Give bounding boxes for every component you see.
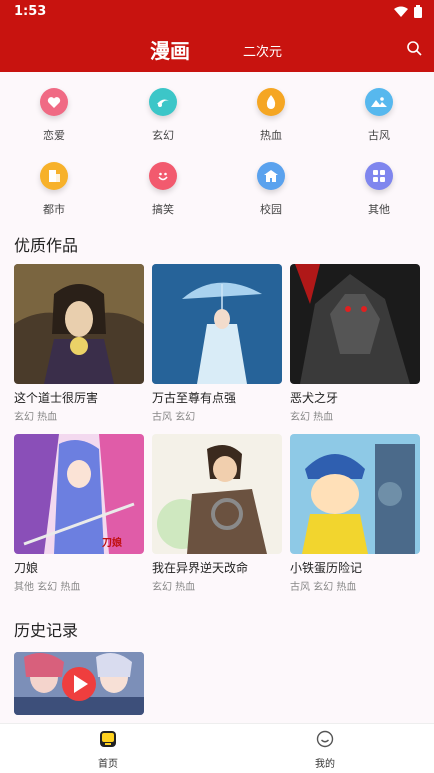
flame-icon	[257, 88, 285, 116]
category-label: 校园	[260, 203, 282, 216]
nav-mine[interactable]: 我的	[295, 730, 355, 770]
comic-card[interactable]: 刀娘 刀娘 其他 玄幻 热血	[14, 434, 144, 593]
comic-tags: 其他 玄幻 热血	[14, 582, 81, 593]
comic-tags: 玄幻 热血	[152, 582, 196, 593]
home-icon	[100, 731, 116, 747]
comic-card[interactable]: 这个道士很厉害 玄幻 热血	[14, 264, 144, 423]
swirl-icon	[149, 88, 177, 116]
svg-text:刀娘: 刀娘	[102, 536, 122, 549]
category-action[interactable]: 热血	[231, 80, 311, 143]
system-icons	[394, 5, 422, 18]
category-comedy[interactable]: 搞笑	[123, 154, 203, 217]
category-ancient[interactable]: 古风	[339, 80, 419, 143]
history-item-cover[interactable]	[14, 652, 144, 715]
category-fantasy[interactable]: 玄幻	[123, 80, 203, 143]
status-bar: 1:53	[0, 0, 434, 24]
category-love[interactable]: 恋爱	[14, 80, 94, 143]
nav-home-label: 首页	[98, 759, 118, 770]
comic-cover[interactable]	[290, 264, 420, 384]
building-icon	[40, 162, 68, 190]
comic-cover[interactable]	[152, 434, 282, 554]
bottom-nav: 首页 我的	[0, 723, 434, 773]
comic-title: 小铁蛋历险记	[290, 561, 363, 575]
comic-tags: 古风 玄幻 热血	[290, 582, 357, 593]
comic-cover[interactable]	[152, 264, 282, 384]
featured-title: 优质作品	[14, 236, 79, 255]
category-other[interactable]: 其他	[339, 154, 419, 217]
nav-home[interactable]: 首页	[78, 730, 138, 770]
category-label: 都市	[43, 203, 65, 216]
comic-card[interactable]: 恶犬之牙 玄幻 热血	[290, 264, 420, 423]
tab-anime[interactable]: 二次元	[243, 41, 282, 60]
grid-icon	[365, 162, 393, 190]
comic-tags: 古风 玄幻	[152, 412, 196, 423]
category-label: 古风	[368, 129, 390, 142]
category-label: 搞笑	[152, 203, 174, 216]
smile-icon	[149, 162, 177, 190]
category-school[interactable]: 校园	[231, 154, 311, 217]
comic-card[interactable]: 我在异界逆天改命 玄幻 热血	[152, 434, 282, 593]
app-header: 漫画 二次元	[0, 24, 434, 72]
category-label: 玄幻	[152, 129, 174, 142]
comic-title: 刀娘	[14, 561, 39, 575]
school-icon	[257, 162, 285, 190]
category-urban[interactable]: 都市	[14, 154, 94, 217]
profile-icon	[316, 730, 334, 748]
comic-card[interactable]: 小铁蛋历险记 古风 玄幻 热血	[290, 434, 420, 593]
tab-comic[interactable]: 漫画	[150, 35, 190, 64]
comic-title: 我在异界逆天改命	[152, 561, 249, 575]
comic-title: 这个道士很厉害	[14, 391, 99, 405]
comic-tags: 玄幻 热血	[14, 412, 58, 423]
landscape-icon	[365, 88, 393, 116]
comic-cover[interactable]	[290, 434, 420, 554]
heart-icon	[40, 88, 68, 116]
wifi-icon	[394, 6, 408, 17]
history-title: 历史记录	[14, 621, 79, 640]
comic-card[interactable]: 万古至尊有点强 古风 玄幻	[152, 264, 282, 423]
status-time: 1:53	[14, 4, 47, 19]
comic-cover[interactable]: 刀娘	[14, 434, 144, 554]
nav-mine-label: 我的	[315, 759, 335, 770]
category-label: 热血	[260, 129, 282, 142]
comic-title: 万古至尊有点强	[152, 391, 237, 405]
comic-title: 恶犬之牙	[290, 391, 339, 405]
comic-tags: 玄幻 热血	[290, 412, 334, 423]
category-label: 恋爱	[43, 129, 65, 142]
search-icon[interactable]	[406, 40, 422, 56]
comic-cover[interactable]	[14, 264, 144, 384]
battery-icon	[414, 5, 422, 18]
category-label: 其他	[368, 203, 390, 216]
